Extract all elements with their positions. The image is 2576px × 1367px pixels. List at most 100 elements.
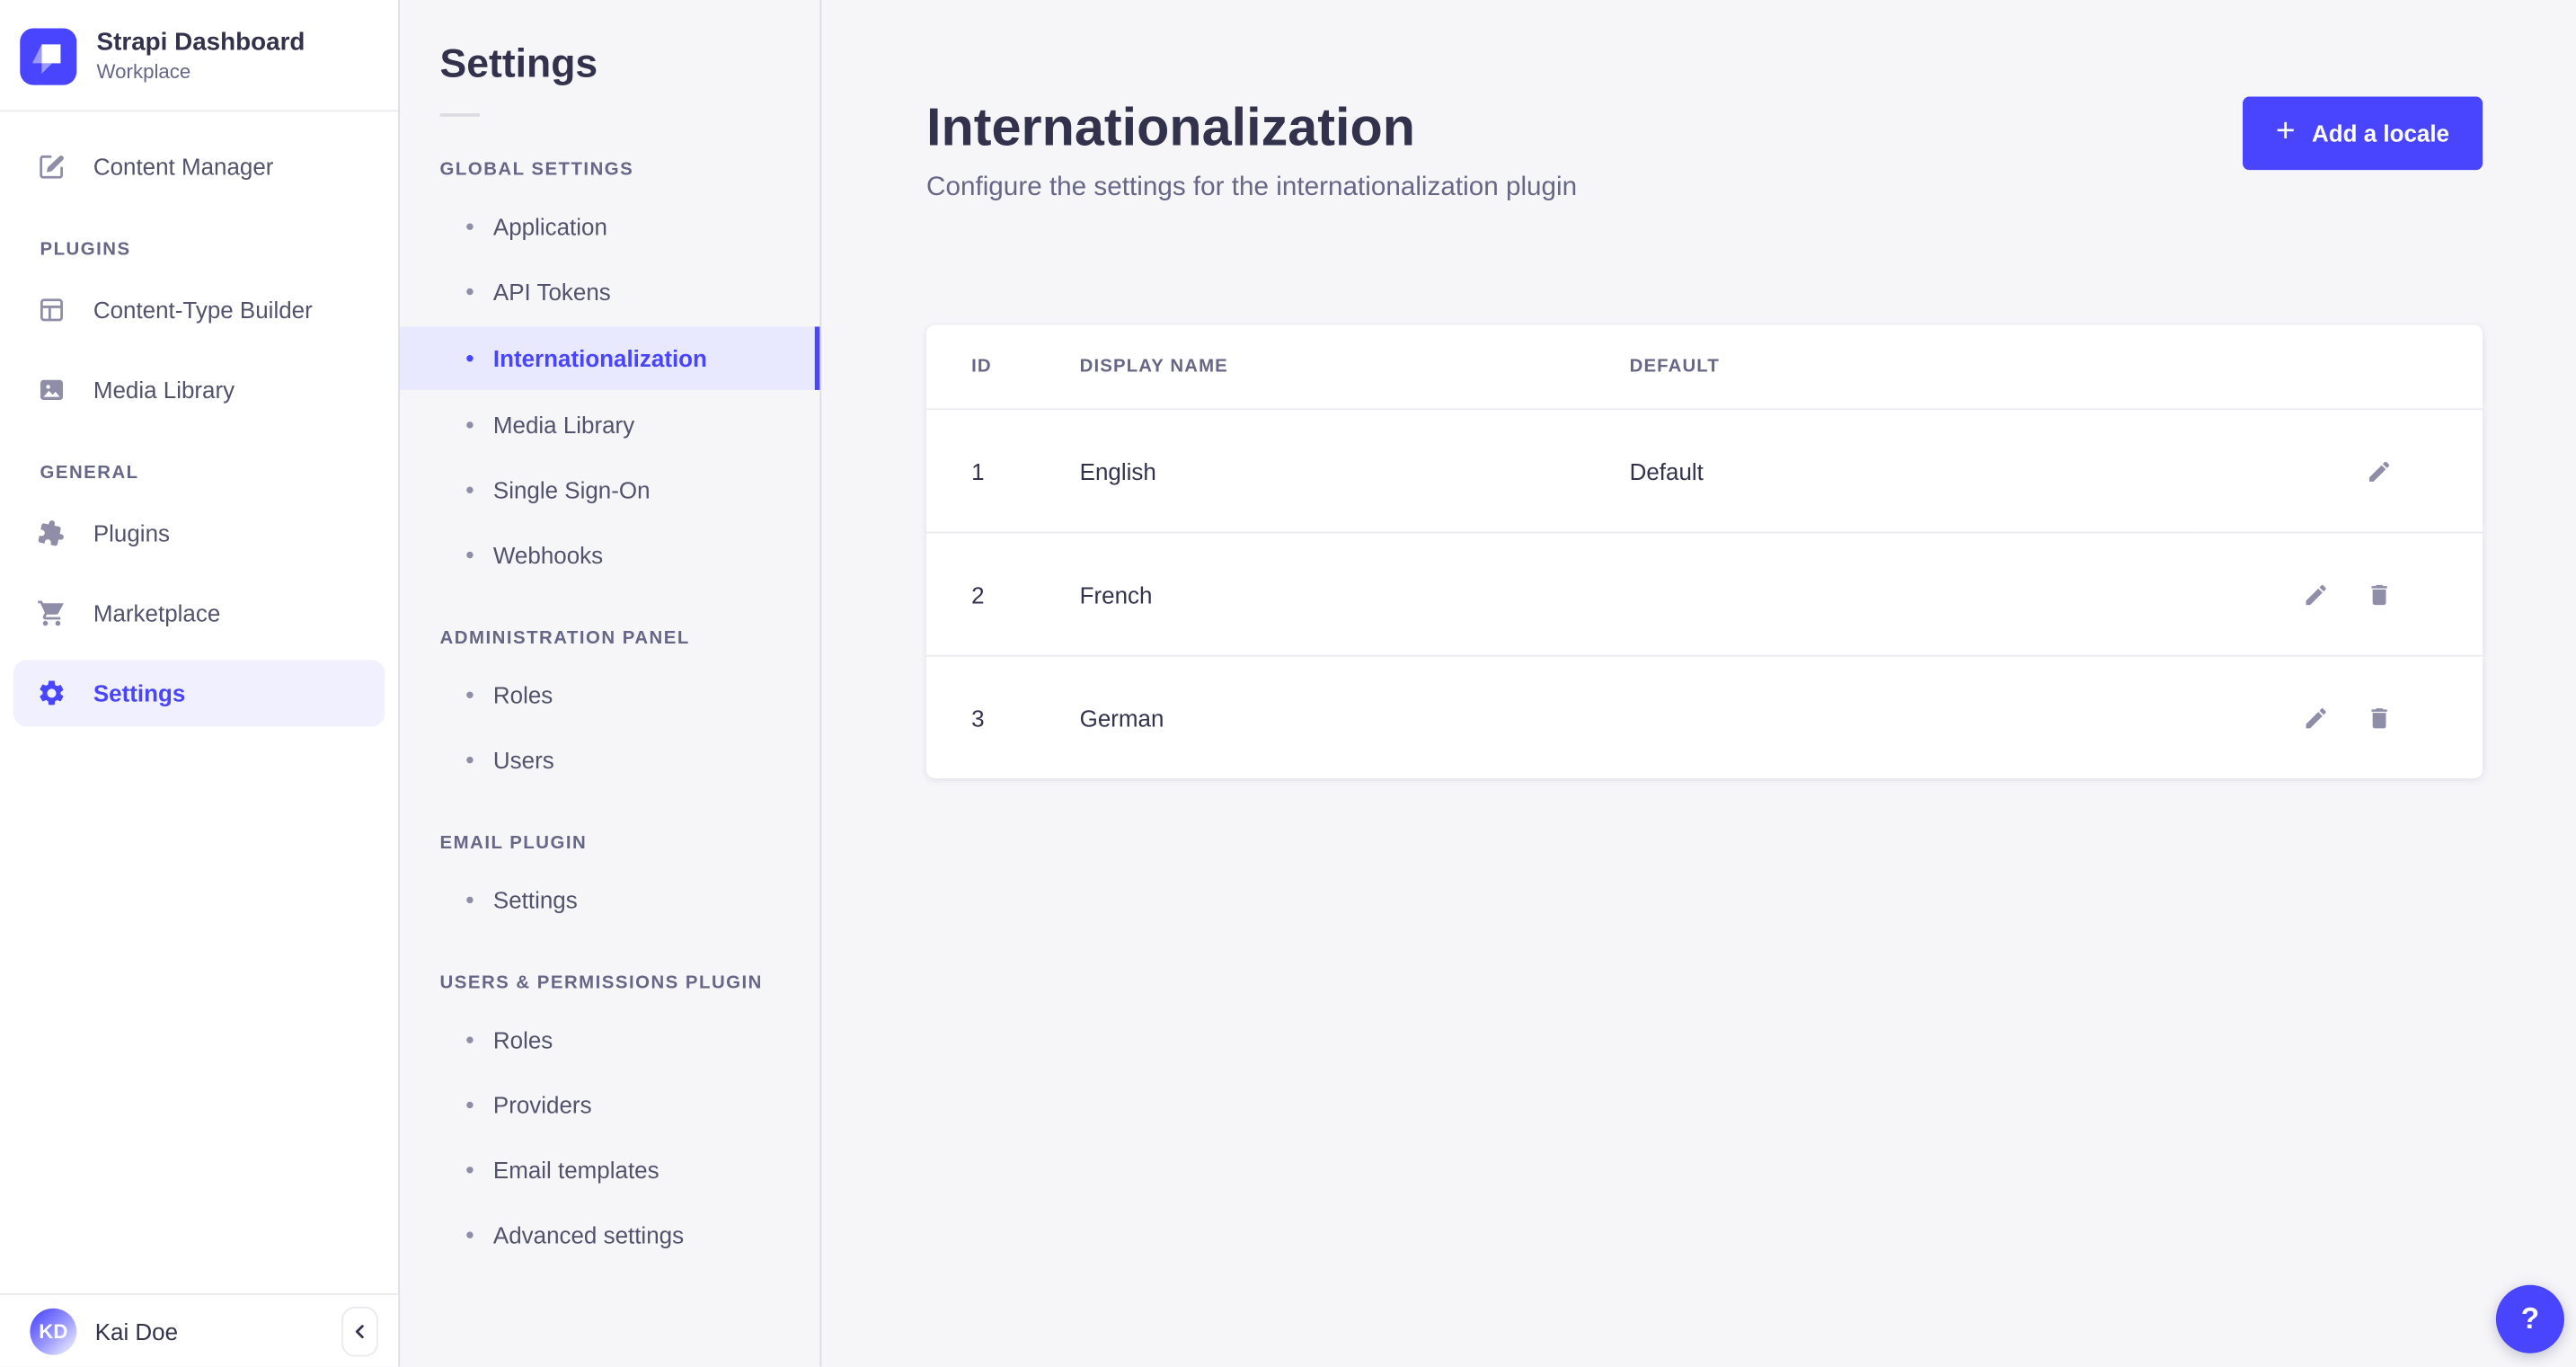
sidebar-item-label: Content Manager xyxy=(93,153,274,181)
add-locale-button[interactable]: + Add a locale xyxy=(2242,96,2483,171)
sidebar-footer: KD Kai Doe xyxy=(0,1293,399,1367)
bullet-icon xyxy=(466,422,474,429)
strapi-logo-icon xyxy=(20,27,77,84)
sidebar-nav: Content Manager PLUGINS Content-Type Bui… xyxy=(0,111,398,727)
subnav-item-label: Single Sign-On xyxy=(492,476,651,504)
cell-display-name: English xyxy=(1079,457,1156,484)
avatar[interactable]: KD xyxy=(30,1307,77,1354)
edit-locale-button[interactable] xyxy=(2366,457,2393,484)
content-type-builder-icon xyxy=(40,298,64,322)
bullet-icon xyxy=(466,1231,474,1238)
chevron-left-icon xyxy=(355,1324,364,1338)
sidebar-item-label: Media Library xyxy=(93,377,235,404)
page-title: Internationalization xyxy=(926,96,1416,157)
row-actions xyxy=(2200,704,2483,731)
subnav-item-admin-users[interactable]: Users xyxy=(400,730,819,790)
edit-locale-button[interactable] xyxy=(2303,581,2330,608)
subnav-item-label: Settings xyxy=(492,886,578,914)
subnav-item-label: Email templates xyxy=(492,1156,659,1184)
cell-id: 3 xyxy=(926,654,1080,779)
workspace-switcher[interactable]: Strapi Dashboard Workplace xyxy=(0,0,398,110)
plugins-icon xyxy=(38,520,64,546)
page-header-text: Internationalization Configure the setti… xyxy=(926,93,1577,207)
sidebar-item-label: Plugins xyxy=(93,519,171,547)
pencil-icon xyxy=(2368,460,2390,481)
subnav-item-webhooks[interactable]: Webhooks xyxy=(400,525,819,585)
subnav-group-administration-panel: ADMINISTRATION PANEL Roles Users xyxy=(400,628,819,790)
column-header-id: ID xyxy=(926,324,1080,411)
table-row-german: 3 German xyxy=(926,654,2483,779)
row-actions xyxy=(2200,457,2483,484)
subnav-item-admin-roles[interactable]: Roles xyxy=(400,665,819,725)
subnav-title-divider xyxy=(439,113,481,117)
subnav-title: Settings xyxy=(439,41,598,87)
trash-icon xyxy=(2371,707,2387,728)
bullet-icon xyxy=(466,288,474,296)
column-header-display-name: DISPLAY NAME xyxy=(1079,324,1630,411)
bullet-icon xyxy=(466,486,474,493)
bullet-icon xyxy=(466,896,474,904)
sidebar-item-label: Settings xyxy=(93,679,186,707)
subnav-group-email-plugin: EMAIL PLUGIN Settings xyxy=(400,833,819,930)
locales-table-card: ID DISPLAY NAME DEFAULT 1 English Defaul… xyxy=(926,324,2483,779)
bullet-icon xyxy=(466,223,474,230)
subnav-item-label: Webhooks xyxy=(492,541,604,569)
row-actions xyxy=(2200,581,2483,608)
subnav-item-internationalization[interactable]: Internationalization xyxy=(400,326,820,390)
app-title: Strapi Dashboard xyxy=(96,28,305,58)
sidebar-item-media-library[interactable]: Media Library xyxy=(13,357,385,423)
bullet-icon xyxy=(466,1036,474,1043)
subnav-item-api-tokens[interactable]: API Tokens xyxy=(400,262,819,322)
subnav-item-single-sign-on[interactable]: Single Sign-On xyxy=(400,460,819,520)
workspace-name: Workplace xyxy=(96,59,191,84)
subnav-group-global-settings: GLOBAL SETTINGS Application API Tokens I… xyxy=(400,160,820,585)
subnav-item-label: Roles xyxy=(492,681,553,709)
subnav-item-advanced-settings[interactable]: Advanced settings xyxy=(400,1205,819,1265)
brand-text: Strapi Dashboard Workplace xyxy=(97,27,305,85)
bullet-icon xyxy=(466,691,474,698)
bullet-icon xyxy=(466,1167,474,1174)
sidebar-section-general: GENERAL xyxy=(40,463,139,484)
subnav-item-email-templates[interactable]: Email templates xyxy=(400,1140,819,1200)
cell-display-name: French xyxy=(1079,531,1630,656)
trash-icon xyxy=(2371,583,2387,605)
cell-default xyxy=(1629,531,2200,656)
page-subtitle: Configure the settings for the internati… xyxy=(926,173,1578,202)
delete-locale-button[interactable] xyxy=(2366,581,2393,608)
cell-default: Default xyxy=(1629,457,1704,484)
subnav-item-label: Roles xyxy=(492,1026,553,1053)
settings-subnav: Settings GLOBAL SETTINGS Application API… xyxy=(400,0,822,1367)
locales-table: ID DISPLAY NAME DEFAULT 1 English Defaul… xyxy=(926,324,2483,779)
add-locale-button-label: Add a locale xyxy=(2312,120,2449,147)
table-header-row: ID DISPLAY NAME DEFAULT xyxy=(926,324,2483,411)
subnav-group-title: EMAIL PLUGIN xyxy=(439,833,588,854)
delete-locale-button[interactable] xyxy=(2366,704,2393,731)
sidebar-item-label: Marketplace xyxy=(93,599,221,627)
sidebar-item-plugins[interactable]: Plugins xyxy=(13,500,385,566)
plus-icon: + xyxy=(2275,113,2296,150)
user-menu[interactable]: KD Kai Doe xyxy=(30,1307,178,1354)
strapi-dashboard: Strapi Dashboard Workplace Content Manag… xyxy=(0,0,2576,1367)
bullet-icon xyxy=(466,756,474,764)
table-row-english: 1 English Default xyxy=(926,409,2483,532)
sidebar-item-settings[interactable]: Settings xyxy=(13,660,385,727)
bullet-icon xyxy=(466,354,474,362)
subnav-item-application[interactable]: Application xyxy=(400,197,819,257)
sidebar-item-content-type-builder[interactable]: Content-Type Builder xyxy=(13,277,385,343)
subnav-group-users-permissions-plugin: USERS & PERMISSIONS PLUGIN Roles Provide… xyxy=(400,973,819,1265)
subnav-item-media-library[interactable]: Media Library xyxy=(400,395,819,455)
sidebar-item-content-manager[interactable]: Content Manager xyxy=(13,133,385,200)
sidebar-item-marketplace[interactable]: Marketplace xyxy=(13,580,385,646)
table-row-french: 2 French xyxy=(926,531,2483,656)
media-library-icon xyxy=(40,379,64,401)
main-content: Internationalization Configure the setti… xyxy=(821,0,2576,1367)
help-button[interactable]: ? xyxy=(2495,1284,2564,1354)
subnav-item-up-roles[interactable]: Roles xyxy=(400,1010,819,1070)
subnav-item-label: Application xyxy=(492,213,607,241)
edit-locale-button[interactable] xyxy=(2303,704,2330,731)
subnav-group-title: ADMINISTRATION PANEL xyxy=(439,628,690,649)
collapse-sidebar-button[interactable] xyxy=(341,1305,378,1356)
subnav-group-title: USERS & PERMISSIONS PLUGIN xyxy=(439,972,763,994)
subnav-item-email-settings[interactable]: Settings xyxy=(400,870,819,930)
subnav-item-providers[interactable]: Providers xyxy=(400,1075,819,1135)
